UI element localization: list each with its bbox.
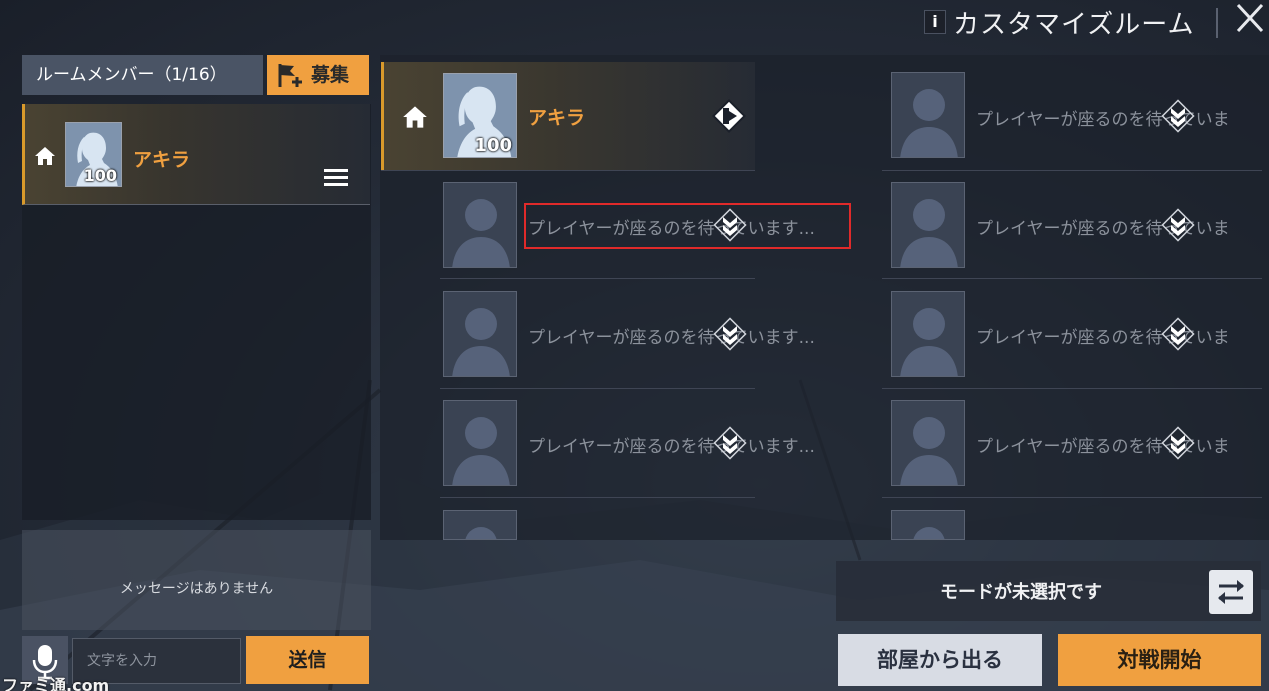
slot-divider: [440, 278, 755, 279]
close-button[interactable]: [1232, 0, 1268, 38]
empty-slot[interactable]: プレイヤーが座るのを待っています...: [443, 291, 815, 377]
exit-seat-icon[interactable]: [710, 97, 748, 135]
mode-status-text: モードが未選択です: [940, 582, 1102, 603]
empty-slot[interactable]: プレイヤーが座るのを待っていま: [891, 182, 1269, 268]
move-seat-icon[interactable]: [1159, 424, 1197, 462]
slot-divider: [882, 170, 1262, 171]
slot-divider: [440, 388, 755, 389]
person-silhouette-icon: [452, 417, 510, 485]
move-seat-icon[interactable]: [1159, 206, 1197, 244]
recruit-button[interactable]: 募集: [267, 55, 369, 95]
person-silhouette-icon: [900, 199, 958, 267]
empty-slot[interactable]: プレイヤーが座るのを待っていま: [891, 72, 1269, 158]
mode-switch-button[interactable]: [1209, 570, 1253, 614]
move-seat-icon[interactable]: [1159, 315, 1197, 353]
owner-level: 100: [474, 135, 512, 156]
close-icon: [1236, 3, 1264, 33]
move-seat-icon[interactable]: [711, 206, 749, 244]
waiting-text: プレイヤーが座るのを待っています...: [528, 328, 815, 348]
person-silhouette-icon: [913, 527, 945, 539]
member-avatar: 100: [65, 122, 122, 187]
empty-message-text: メッセージはありません: [119, 581, 274, 597]
waiting-text: プレイヤーが座るのを待っています...: [528, 219, 815, 239]
empty-avatar: [891, 291, 965, 377]
recruit-label: 募集: [311, 64, 350, 86]
empty-avatar: [443, 400, 517, 486]
slot-divider: [381, 170, 755, 171]
person-silhouette-icon: [452, 199, 510, 267]
member-level: 100: [83, 166, 117, 185]
empty-slot[interactable]: プレイヤーが座るのを待っていま: [891, 291, 1269, 377]
empty-avatar: [891, 72, 965, 158]
empty-slot[interactable]: プレイヤーが座るのを待っています...: [443, 182, 815, 268]
room-members-tab[interactable]: ルームメンバー（1/16）: [22, 55, 263, 95]
start-match-button[interactable]: 対戦開始: [1058, 634, 1261, 686]
flag-plus-icon: [278, 64, 302, 87]
owner-name: アキラ: [528, 107, 586, 129]
person-silhouette-icon: [452, 308, 510, 376]
person-silhouette-icon: [900, 417, 958, 485]
slot-divider: [440, 497, 755, 498]
swap-arrows-icon: [1218, 580, 1244, 604]
person-silhouette-icon: [900, 89, 958, 157]
empty-avatar: [891, 400, 965, 486]
home-icon: [403, 106, 427, 128]
empty-avatar: [891, 510, 965, 540]
room-info-icon[interactable]: i: [924, 10, 946, 34]
person-silhouette-icon: [900, 308, 958, 376]
hamburger-menu-icon[interactable]: [323, 166, 349, 188]
empty-slot[interactable]: プレイヤーが座るのを待っています...: [443, 400, 815, 486]
slot-divider: [882, 278, 1262, 279]
slot-divider: [882, 388, 1262, 389]
move-seat-icon[interactable]: [1159, 97, 1197, 135]
empty-avatar: [443, 510, 517, 540]
move-seat-icon[interactable]: [711, 315, 749, 353]
person-silhouette-icon: [465, 527, 497, 539]
move-seat-icon[interactable]: [711, 424, 749, 462]
slot-divider: [882, 497, 1262, 498]
empty-avatar: [443, 291, 517, 377]
empty-avatar: [891, 182, 965, 268]
watermark-logo: ファミ通.com: [2, 676, 110, 691]
home-icon: [35, 147, 55, 165]
empty-slot[interactable]: プレイヤーが座るのを待っていま: [891, 400, 1269, 486]
member-name: アキラ: [133, 149, 191, 171]
owner-avatar: 100: [443, 73, 517, 158]
waiting-text: プレイヤーが座るのを待っています...: [528, 437, 815, 457]
page-title: カスタマイズルーム: [953, 10, 1195, 40]
empty-avatar: [443, 182, 517, 268]
send-button[interactable]: 送信: [246, 636, 369, 684]
leave-room-button[interactable]: 部屋から出る: [838, 634, 1042, 686]
header-divider: [1216, 8, 1218, 38]
